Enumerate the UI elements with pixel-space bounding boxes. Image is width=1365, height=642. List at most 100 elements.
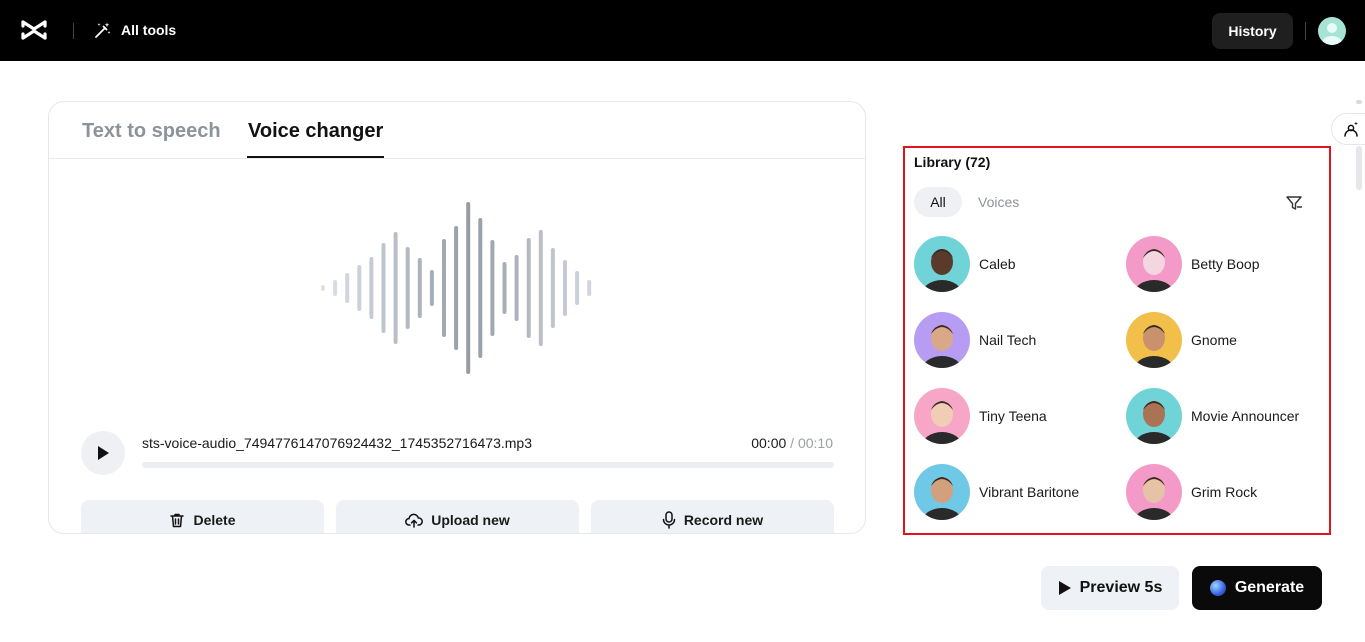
waveform-bar xyxy=(514,255,519,321)
page-scrollbar-thumb[interactable] xyxy=(1356,146,1362,190)
voice-name: Nail Tech xyxy=(979,332,1037,348)
voice-item[interactable]: Vibrant Baritone xyxy=(914,464,1079,520)
user-avatar[interactable] xyxy=(1318,17,1346,45)
microphone-icon xyxy=(662,511,676,529)
waveform-bar xyxy=(417,258,422,318)
trash-icon xyxy=(170,513,185,528)
person-portrait-icon xyxy=(922,477,962,520)
generate-orb-icon xyxy=(1209,580,1226,596)
waveform-bar xyxy=(454,226,459,350)
voice-avatar xyxy=(914,464,970,520)
play-button[interactable] xyxy=(81,431,125,475)
all-tools-label: All tools xyxy=(121,22,177,38)
waveform-bar xyxy=(405,247,410,329)
delete-label: Delete xyxy=(193,512,236,528)
top-bar: All tools History xyxy=(0,0,1365,61)
magic-wand-icon xyxy=(95,22,111,38)
scrollbar-cap xyxy=(1356,100,1362,104)
waveform-bar xyxy=(429,270,434,306)
play-icon xyxy=(1058,581,1071,595)
waveform-bar xyxy=(321,285,325,291)
generate-button[interactable]: Generate xyxy=(1192,566,1322,610)
person-portrait-icon xyxy=(1134,325,1174,368)
delete-button[interactable]: Delete xyxy=(81,500,324,533)
waveform-bar xyxy=(442,239,446,337)
cloud-upload-icon xyxy=(405,513,424,528)
waveform-bar xyxy=(563,260,567,316)
user-avatar-icon xyxy=(1322,23,1342,45)
voice-name: Grim Rock xyxy=(1191,484,1258,500)
preview-label: Preview 5s xyxy=(1079,579,1163,596)
voice-item[interactable]: Grim Rock xyxy=(1126,464,1257,520)
record-label: Record new xyxy=(683,512,764,528)
voice-avatar xyxy=(1126,388,1182,444)
voice-avatar xyxy=(1126,312,1182,368)
voice-name: Tiny Teena xyxy=(979,408,1047,424)
voice-name: Betty Boop xyxy=(1191,256,1260,272)
voice-name: Movie Announcer xyxy=(1191,408,1300,424)
filter-icon[interactable] xyxy=(1285,194,1303,212)
preview-button[interactable]: Preview 5s xyxy=(1041,566,1179,610)
person-portrait-icon xyxy=(922,401,962,444)
tab-voice-changer[interactable]: Voice changer xyxy=(248,120,383,143)
waveform-bar xyxy=(357,265,362,311)
filter-voices-chip[interactable]: Voices xyxy=(978,187,1019,217)
time-separator: / xyxy=(786,435,798,451)
sparkle-person-icon xyxy=(1344,121,1358,137)
record-new-button[interactable]: Record new xyxy=(591,500,834,533)
upload-label: Upload new xyxy=(431,512,510,528)
waveform-bar xyxy=(526,238,531,338)
current-time: 00:00 xyxy=(751,435,787,451)
duration: 00:10 xyxy=(797,435,833,451)
waveform-bar xyxy=(345,273,350,303)
waveform-bar xyxy=(369,257,374,319)
voice-item[interactable]: Movie Announcer xyxy=(1126,388,1299,444)
waveform-bar xyxy=(333,280,338,296)
voice-item[interactable]: Tiny Teena xyxy=(914,388,1047,444)
playback-progress-bar[interactable] xyxy=(142,462,834,468)
waveform-bar xyxy=(466,202,471,374)
voice-item[interactable]: Gnome xyxy=(1126,312,1237,368)
library-title: Library (72) xyxy=(914,154,991,170)
active-tab-indicator xyxy=(247,156,384,158)
voice-item[interactable]: Caleb xyxy=(914,236,1016,292)
topbar-divider xyxy=(73,23,74,39)
person-portrait-icon xyxy=(1134,477,1174,520)
voice-item[interactable]: Nail Tech xyxy=(914,312,1036,368)
waveform-bar xyxy=(538,230,543,346)
play-icon xyxy=(98,446,109,460)
voice-name: Vibrant Baritone xyxy=(979,484,1080,500)
waveform-bar xyxy=(381,243,386,333)
history-button[interactable]: History xyxy=(1212,13,1293,49)
filter-all-chip[interactable]: All xyxy=(914,187,962,217)
capcut-logo-icon[interactable] xyxy=(20,18,48,42)
waveform-bar xyxy=(393,232,398,344)
voice-avatar xyxy=(1126,464,1182,520)
waveform-bar xyxy=(550,248,555,328)
mode-tabs: Text to speech Voice changer xyxy=(49,102,865,159)
waveform-bar xyxy=(490,240,495,336)
voice-avatar xyxy=(914,312,970,368)
tab-text-to-speech[interactable]: Text to speech xyxy=(82,120,221,143)
voice-item[interactable]: Betty Boop xyxy=(1126,236,1260,292)
waveform-bar xyxy=(502,262,507,314)
person-portrait-icon xyxy=(1134,401,1174,444)
upload-new-button[interactable]: Upload new xyxy=(336,500,579,533)
voice-changer-card: Text to speech Voice changer sts-voice-a… xyxy=(48,101,866,534)
waveform-bar xyxy=(478,218,483,358)
playback-time: 00:00 / 00:10 xyxy=(751,435,833,451)
waveform-bar xyxy=(575,271,580,305)
voice-avatar xyxy=(1126,236,1182,292)
person-portrait-icon xyxy=(922,249,962,292)
voice-name: Caleb xyxy=(979,256,1016,272)
waveform-bar xyxy=(587,280,592,296)
waveform-graphic xyxy=(321,202,592,374)
voice-library-panel: Library (72) All Voices Caleb Betty Boop… xyxy=(903,146,1331,535)
ai-assist-button[interactable] xyxy=(1331,113,1365,145)
voice-name: Gnome xyxy=(1191,332,1237,348)
person-portrait-icon xyxy=(1134,249,1174,292)
audio-filename: sts-voice-audio_7494776147076924432_1745… xyxy=(142,435,533,451)
topbar-divider xyxy=(1305,22,1306,40)
voice-avatar xyxy=(914,236,970,292)
all-tools-button[interactable]: All tools xyxy=(94,18,176,42)
